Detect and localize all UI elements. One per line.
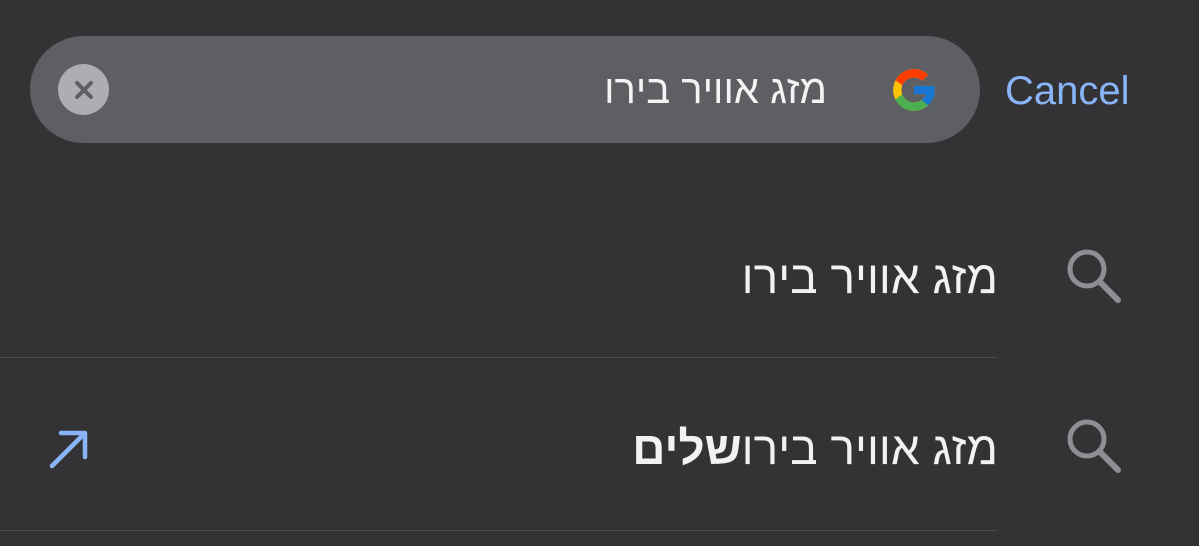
suggestion-row[interactable]: מזג אוויר בירו bbox=[0, 185, 1199, 357]
suggestion-text: מזג אוויר בירו bbox=[742, 251, 998, 303]
google-g-icon bbox=[893, 69, 935, 111]
suggestion-typed-part: מזג אוויר בירו bbox=[741, 251, 998, 303]
search-icon bbox=[1067, 249, 1121, 303]
search-field[interactable] bbox=[30, 36, 980, 143]
clear-icon bbox=[74, 80, 93, 99]
search-input[interactable]: מזג אוויר בירו bbox=[604, 66, 827, 114]
suggestion-row[interactable]: מזג אוויר בירושלים bbox=[0, 358, 1199, 530]
suggestion-divider bbox=[0, 530, 998, 531]
suggestion-text: מזג אוויר בירושלים bbox=[632, 422, 998, 474]
suggestion-typed-part: מזג אוויר בירו bbox=[741, 422, 998, 474]
search-icon bbox=[1067, 419, 1121, 473]
clear-search-button[interactable] bbox=[58, 64, 109, 115]
cancel-button[interactable]: Cancel bbox=[1005, 68, 1130, 114]
search-screen: מזג אוויר בירו Cancel מזג אוויר בירו מזג… bbox=[0, 0, 1199, 546]
fill-query-arrow-icon[interactable] bbox=[44, 424, 94, 474]
suggestion-completion-part: שלים bbox=[632, 422, 742, 474]
